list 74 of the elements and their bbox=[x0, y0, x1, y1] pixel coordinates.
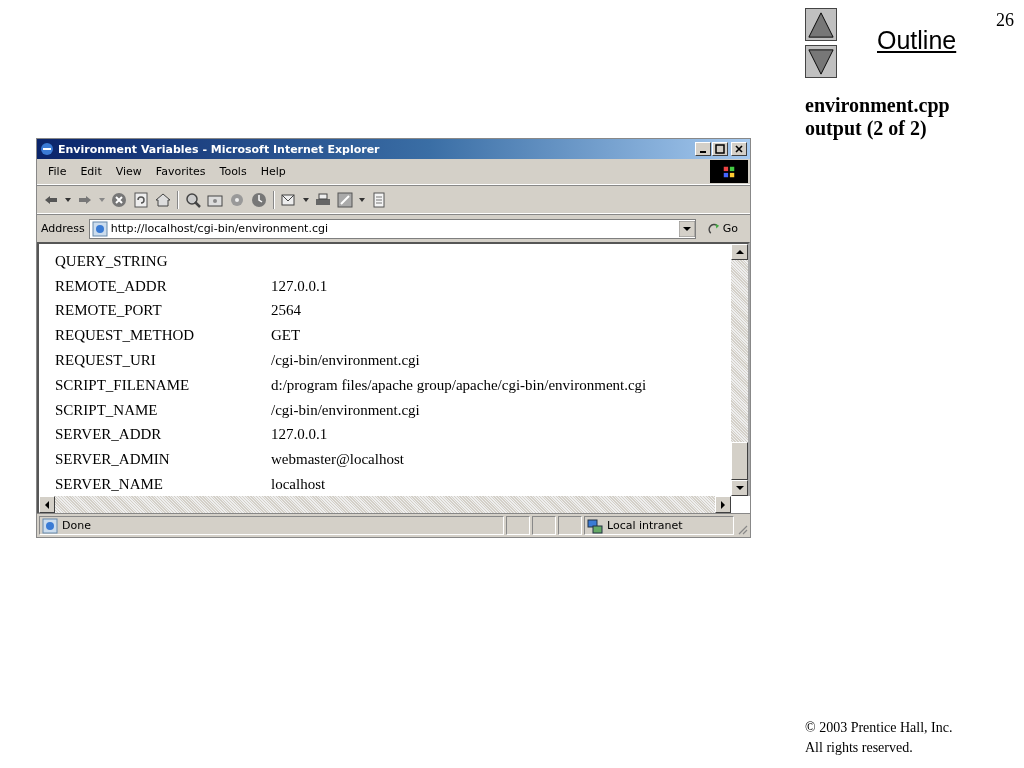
minimize-icon bbox=[700, 151, 706, 153]
variable-value: /cgi-bin/environment.cgi bbox=[271, 401, 420, 419]
status-panel bbox=[558, 516, 582, 535]
variable-name: SERVER_ADMIN bbox=[55, 451, 171, 469]
variable-value: /cgi-bin/environment.cgi bbox=[271, 352, 420, 370]
rights-text: All rights reserved. bbox=[805, 739, 914, 757]
status-panel bbox=[506, 516, 530, 535]
document-icon[interactable] bbox=[371, 191, 387, 208]
scroll-down-icon[interactable] bbox=[735, 485, 744, 491]
variable-value: 127.0.0.1 bbox=[271, 277, 328, 295]
previous-slide-button[interactable] bbox=[805, 8, 837, 41]
history-icon[interactable] bbox=[251, 191, 267, 208]
maximize-icon bbox=[715, 144, 725, 154]
page-number: 26 bbox=[996, 10, 1015, 31]
variable-value: GET bbox=[271, 327, 301, 345]
address-field[interactable]: http://localhost/cgi-bin/environment.cgi bbox=[88, 218, 696, 239]
zone-text: Local intranet bbox=[607, 519, 683, 532]
resize-grip-icon[interactable] bbox=[736, 523, 748, 535]
slide-caption: output (2 of 2) bbox=[805, 117, 928, 140]
stop-icon[interactable] bbox=[111, 191, 127, 208]
dropdown-button[interactable] bbox=[678, 220, 695, 237]
search-icon[interactable] bbox=[185, 191, 201, 208]
variable-name: QUERY_STRING bbox=[55, 252, 169, 270]
menu-item[interactable]: Edit bbox=[73, 165, 109, 178]
menu-item[interactable]: Favorites bbox=[148, 165, 213, 178]
caret-icon[interactable] bbox=[303, 197, 309, 202]
variable-value: localhost bbox=[271, 476, 326, 494]
scroll-up-icon[interactable] bbox=[735, 249, 744, 255]
status-text: Done bbox=[62, 519, 91, 532]
variable-value: webmaster@localhost bbox=[271, 451, 404, 469]
menu-item[interactable]: Help bbox=[253, 165, 293, 178]
scroll-left-icon[interactable] bbox=[44, 500, 50, 509]
variable-name: SCRIPT_FILENAME bbox=[55, 376, 191, 394]
slide-caption: environment.cpp bbox=[805, 94, 951, 117]
maximize-button[interactable] bbox=[712, 142, 728, 156]
variable-name: REQUEST_METHOD bbox=[55, 327, 196, 345]
variable-name: SERVER_ADDR bbox=[55, 426, 163, 444]
variable-name: REMOTE_PORT bbox=[55, 302, 163, 320]
variable-name: SCRIPT_NAME bbox=[55, 401, 159, 419]
caret-icon[interactable] bbox=[359, 197, 365, 202]
network-icon bbox=[587, 517, 603, 534]
horizontal-scrollbar[interactable] bbox=[39, 496, 731, 513]
minimize-button[interactable] bbox=[695, 142, 711, 156]
go-arrow-icon bbox=[707, 222, 721, 235]
close-button[interactable] bbox=[731, 142, 747, 156]
menu-item[interactable]: Tools bbox=[212, 165, 254, 178]
variable-value: d:/program files/apache group/apache/cgi-bin/environment.cgi bbox=[271, 376, 647, 394]
variable-name: SERVER_NAME bbox=[55, 476, 164, 494]
variable-name: REQUEST_URI bbox=[55, 352, 157, 370]
menu-item[interactable]: View bbox=[108, 165, 149, 178]
menu-item[interactable]: File bbox=[41, 165, 74, 178]
window-title: Environment Variables - Microsoft Internet Explorer bbox=[58, 142, 380, 156]
next-slide-button[interactable] bbox=[805, 45, 837, 78]
variable-value: 2564 bbox=[271, 302, 301, 320]
page-icon bbox=[42, 517, 58, 534]
variable-value: 127.0.0.1 bbox=[271, 426, 328, 444]
address-label: Address bbox=[41, 222, 85, 235]
page-icon bbox=[91, 220, 108, 237]
scroll-right-icon[interactable] bbox=[720, 500, 726, 509]
refresh-icon[interactable] bbox=[133, 191, 149, 208]
go-button[interactable]: Go bbox=[699, 222, 746, 235]
print-icon[interactable] bbox=[315, 191, 331, 208]
status-panel bbox=[532, 516, 556, 535]
scroll-thumb[interactable] bbox=[731, 442, 748, 480]
windows-logo-icon bbox=[710, 160, 748, 183]
caret-icon[interactable] bbox=[65, 197, 71, 202]
mail-icon[interactable] bbox=[281, 191, 297, 208]
home-icon[interactable] bbox=[155, 191, 171, 208]
variable-name: REMOTE_ADDR bbox=[55, 277, 168, 295]
close-icon bbox=[734, 144, 744, 154]
outline-link[interactable]: Outline bbox=[877, 26, 957, 55]
vertical-scrollbar[interactable] bbox=[731, 244, 748, 496]
edit-icon[interactable] bbox=[337, 191, 353, 208]
copyright-text: © 2003 Prentice Hall, Inc. bbox=[805, 719, 954, 737]
